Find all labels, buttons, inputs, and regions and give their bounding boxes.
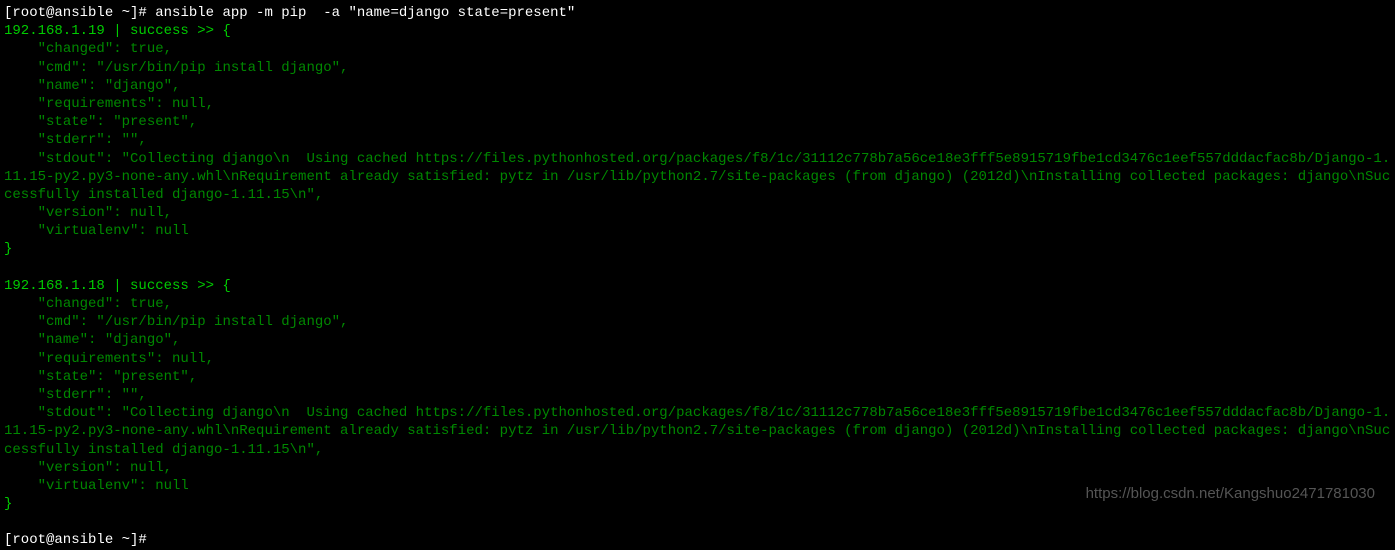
host2-close: } bbox=[4, 496, 12, 512]
host2-stderr: "stderr": "", bbox=[4, 387, 147, 403]
host2-virtualenv: "virtualenv": null bbox=[4, 478, 189, 494]
host1-virtualenv: "virtualenv": null bbox=[4, 223, 189, 239]
shell-prompt: [root@ansible ~]# bbox=[4, 5, 155, 21]
host2-state: "state": "present", bbox=[4, 369, 197, 385]
host1-cmd: "cmd": "/usr/bin/pip install django", bbox=[4, 60, 348, 76]
host1-header: 192.168.1.19 | success >> { bbox=[4, 23, 231, 39]
host1-name: "name": "django", bbox=[4, 78, 180, 94]
host1-stderr: "stderr": "", bbox=[4, 132, 147, 148]
host1-requirements: "requirements": null, bbox=[4, 96, 214, 112]
watermark: https://blog.csdn.net/Kangshuo2471781030 bbox=[1086, 484, 1375, 504]
host2-version: "version": null, bbox=[4, 460, 172, 476]
ansible-command: ansible app -m pip -a "name=django state… bbox=[155, 5, 575, 21]
host1-changed: "changed": true, bbox=[4, 41, 172, 57]
host1-state: "state": "present", bbox=[4, 114, 197, 130]
host1-close: } bbox=[4, 241, 12, 257]
host2-stdout: "stdout": "Collecting django\n Using cac… bbox=[4, 405, 1390, 457]
host2-name: "name": "django", bbox=[4, 332, 180, 348]
host2-requirements: "requirements": null, bbox=[4, 351, 214, 367]
host2-cmd: "cmd": "/usr/bin/pip install django", bbox=[4, 314, 348, 330]
host1-version: "version": null, bbox=[4, 205, 172, 221]
terminal-output[interactable]: [root@ansible ~]# ansible app -m pip -a … bbox=[4, 4, 1391, 550]
host2-changed: "changed": true, bbox=[4, 296, 172, 312]
host1-stdout: "stdout": "Collecting django\n Using cac… bbox=[4, 151, 1390, 203]
shell-prompt-2: [root@ansible ~]# bbox=[4, 532, 147, 548]
host2-header: 192.168.1.18 | success >> { bbox=[4, 278, 231, 294]
